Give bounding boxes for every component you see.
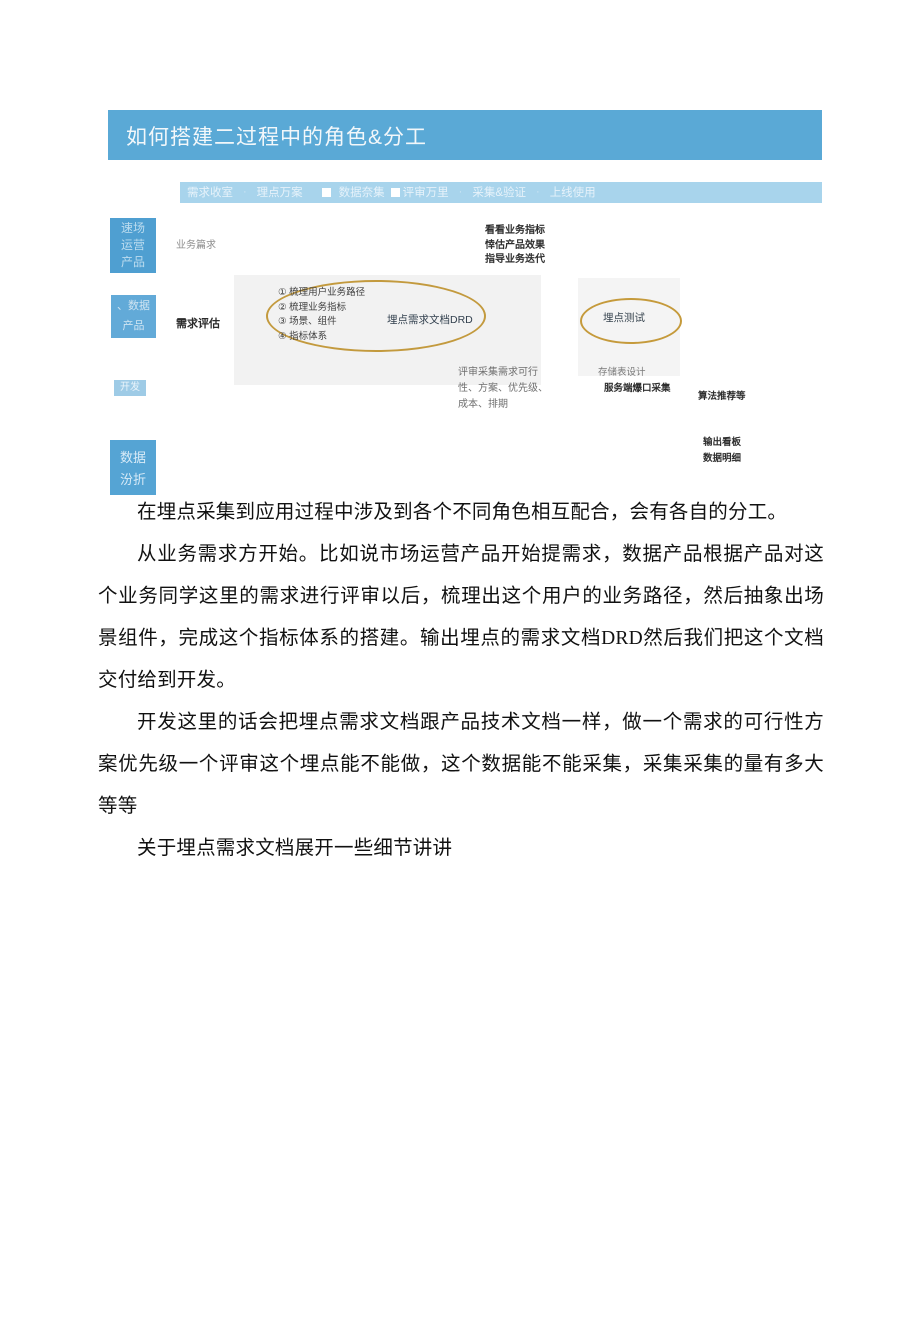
role-line-1: 速场	[120, 221, 145, 235]
annotation-line-3: 指导业务迭代	[485, 254, 545, 265]
annotation-line-1: 输出看板	[703, 437, 742, 448]
process-step-list: 需求收室 · 理点万案 数据奈集 评审万里 · 采集&验证 · 上线使用	[186, 184, 597, 200]
tracking-test-label: 埋点测试	[603, 312, 645, 324]
role-line-2: 运营	[120, 238, 145, 252]
annotation-line-1: 看看业务指标	[485, 225, 545, 236]
process-step-1[interactable]: 需求收室	[186, 184, 234, 200]
role-line-2: 产品	[122, 320, 145, 332]
role-chip-market-operation-product: 速场 运营 产品	[110, 218, 156, 273]
process-step-3[interactable]: 数据奈集	[338, 184, 386, 200]
process-strip: 需求收室 · 理点万案 数据奈集 评审万里 · 采集&验证 · 上线使用	[180, 182, 822, 203]
annotation-output: 输出看板 数据明细	[703, 435, 741, 467]
role-line-2: 汾折	[119, 472, 146, 487]
annotation-storage-title: 存储表设计	[598, 367, 646, 378]
annotation-algorithm-recommendation: 算法推荐等	[698, 391, 746, 402]
numbered-task-item-3: ③ 场景、组件	[278, 316, 337, 327]
annotation-storage-design: 存储表设计 服务端爆口采集	[598, 365, 671, 397]
process-separator-icon-3: ·	[536, 186, 540, 198]
process-separator-icon: ·	[243, 186, 247, 198]
slide-title-bar: 如何搭建二过程中的角色&分工	[108, 110, 822, 160]
body-paragraph-4: 关于埋点需求文档展开一些细节讲讲	[137, 838, 453, 859]
role-chip-data-analysis: 数据 汾折	[110, 440, 156, 495]
numbered-task-list: ① 梳理用户业务路径 ② 梳理业务指标 ③ 场景、组件 ④ 指标体系	[278, 286, 365, 344]
numbered-task-item-1: ① 梳理用户业务路径	[278, 287, 366, 298]
slide-figure: 如何搭建二过程中的角色&分工 需求收室 · 理点万案 数据奈集 评审万里 · 采…	[108, 110, 822, 500]
process-separator-icon-2: ·	[458, 186, 463, 198]
role-chip-data-product: 、数据 产品	[111, 295, 156, 338]
body-paragraph-2: 从业务需求方开始。比如说市场运营产品开始提需求，数据产品根据产品对这个业务同学这…	[98, 544, 824, 691]
numbered-task-item-4: ④ 指标体系	[278, 330, 328, 342]
annotation-line-2: 悻估产品效果	[485, 239, 545, 251]
body-paragraph-1: 在埋点采集到应用过程中涉及到各个不同角色相互配合，会有各自的分工。	[137, 502, 788, 523]
annotation-line-1: 评审采集需求可行	[458, 367, 538, 378]
annotation-line-2: 数据明细	[703, 453, 742, 464]
document-body: 在埋点采集到应用过程中涉及到各个不同角色相互配合，会有各自的分工。 从业务需求方…	[98, 492, 824, 870]
annotation-line-2: 性、方案、优先级、	[458, 383, 548, 394]
role-line-3: 产品	[120, 255, 145, 269]
numbered-task-item-2: ② 梳理业务指标	[278, 301, 347, 313]
annotation-line-3: 成本、排期	[458, 399, 508, 410]
role-line-1: 、数据	[117, 300, 150, 312]
square-marker-icon	[321, 187, 331, 197]
annotation-storage-sub: 服务端爆口采集	[604, 383, 671, 394]
process-step-4[interactable]: 评审万里	[402, 184, 450, 200]
role-chip-development: 开发	[114, 380, 146, 396]
process-step-2[interactable]: 理点万案	[256, 184, 304, 200]
annotation-review-feasibility: 评审采集需求可行 性、方案、优先级、 成本、排期	[458, 365, 548, 413]
role-line-1: 数据	[119, 450, 146, 465]
drd-document-label: 埋点需求文档DRD	[387, 314, 473, 326]
annotation-business-outcome: 看看业务指标 悻估产品效果 指导业务迭代	[485, 224, 545, 268]
process-step-5[interactable]: 采集&验证	[471, 184, 527, 200]
role-line-1: 开发	[120, 382, 140, 393]
square-marker-icon-2	[390, 187, 400, 197]
slide-title: 如何搭建二过程中的角色&分工	[126, 126, 428, 149]
stage-label-demand-review: 需求评估	[176, 318, 220, 330]
process-step-6[interactable]: 上线使用	[549, 184, 597, 200]
body-paragraph-3: 开发这里的话会把埋点需求文档跟产品技术文档一样，做一个需求的可行性方案优先级一个…	[98, 712, 824, 817]
stage-label-business-demand: 业务篇求	[176, 240, 216, 251]
